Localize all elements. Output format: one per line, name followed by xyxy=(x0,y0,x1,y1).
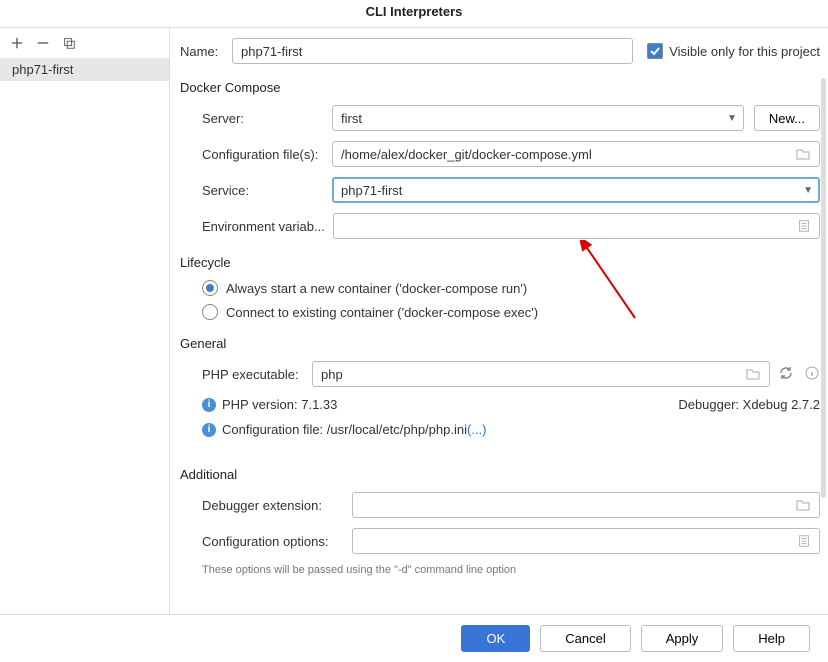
ok-button[interactable]: OK xyxy=(461,625,530,652)
general-section-label: General xyxy=(180,336,820,351)
content-panel: Name: Visible only for this project Dock… xyxy=(170,28,828,617)
debugger-ext-input[interactable] xyxy=(352,492,820,518)
debugger-ext-row: Debugger extension: xyxy=(202,492,820,518)
refresh-icon[interactable] xyxy=(778,365,794,384)
service-label: Service: xyxy=(202,183,332,198)
debugger-text: Debugger: Xdebug 2.7.2 xyxy=(678,397,820,412)
add-icon[interactable] xyxy=(10,36,24,50)
remove-icon[interactable] xyxy=(36,36,50,50)
server-value: first xyxy=(341,111,362,126)
config-file-row: i Configuration file: /usr/local/etc/php… xyxy=(180,422,820,437)
config-file-text: Configuration file: /usr/local/etc/php/p… xyxy=(222,422,467,437)
scrollbar[interactable] xyxy=(821,78,826,498)
name-label: Name: xyxy=(180,44,232,59)
php-exec-row: PHP executable: php xyxy=(202,361,820,387)
env-row: Environment variab... xyxy=(202,213,820,239)
document-icon[interactable] xyxy=(797,534,811,548)
info-icon[interactable] xyxy=(804,365,820,384)
debugger-ext-label: Debugger extension: xyxy=(202,498,352,513)
config-files-label: Configuration file(s): xyxy=(202,147,332,162)
server-combo[interactable]: first ▼ xyxy=(332,105,744,131)
env-input[interactable] xyxy=(333,213,820,239)
php-version-row: i PHP version: 7.1.33 Debugger: Xdebug 2… xyxy=(180,397,820,412)
main-container: php71-first Name: Visible only for this … xyxy=(0,27,828,617)
hint-text: These options will be passed using the "… xyxy=(180,564,820,576)
folder-icon[interactable] xyxy=(795,497,811,513)
sidebar-toolbar xyxy=(0,28,169,58)
env-label: Environment variab... xyxy=(202,219,333,234)
radio-icon xyxy=(202,304,218,320)
name-row: Name: Visible only for this project xyxy=(180,38,820,64)
php-exec-input[interactable]: php xyxy=(312,361,770,387)
visible-checkbox-wrap[interactable]: Visible only for this project xyxy=(647,43,820,59)
document-icon[interactable] xyxy=(797,219,811,233)
sidebar-item-label: php71-first xyxy=(12,62,73,77)
lifecycle-opt1-label: Always start a new container ('docker-co… xyxy=(226,281,527,296)
apply-button[interactable]: Apply xyxy=(641,625,724,652)
info-icon: i xyxy=(202,398,216,412)
config-opts-input[interactable] xyxy=(352,528,820,554)
php-version-text: PHP version: 7.1.33 xyxy=(222,397,337,412)
server-label: Server: xyxy=(202,111,332,126)
docker-section-label: Docker Compose xyxy=(180,80,820,95)
folder-icon[interactable] xyxy=(745,366,761,382)
footer: OK Cancel Apply Help xyxy=(0,614,828,662)
window-title: CLI Interpreters xyxy=(0,0,828,27)
service-value: php71-first xyxy=(341,183,402,198)
php-exec-value: php xyxy=(321,367,343,382)
lifecycle-opt2-label: Connect to existing container ('docker-c… xyxy=(226,305,538,320)
visible-checkbox[interactable] xyxy=(647,43,663,59)
config-file-link[interactable]: (...) xyxy=(467,422,487,437)
name-input[interactable] xyxy=(232,38,633,64)
config-files-input[interactable]: /home/alex/docker_git/docker-compose.yml xyxy=(332,141,820,167)
chevron-down-icon: ▼ xyxy=(727,113,737,124)
folder-icon[interactable] xyxy=(795,146,811,162)
sidebar-list: php71-first xyxy=(0,58,169,81)
info-icon: i xyxy=(202,423,216,437)
config-opts-row: Configuration options: xyxy=(202,528,820,554)
config-opts-label: Configuration options: xyxy=(202,534,352,549)
help-button[interactable]: Help xyxy=(733,625,810,652)
lifecycle-radio-exec[interactable]: Connect to existing container ('docker-c… xyxy=(202,304,820,320)
cancel-button[interactable]: Cancel xyxy=(540,625,630,652)
php-exec-actions xyxy=(778,365,820,384)
config-files-row: Configuration file(s): /home/alex/docker… xyxy=(202,141,820,167)
sidebar-item-php71[interactable]: php71-first xyxy=(0,58,169,81)
sidebar: php71-first xyxy=(0,28,170,617)
copy-icon[interactable] xyxy=(62,36,76,50)
service-row: Service: php71-first ▼ xyxy=(202,177,820,203)
server-row: Server: first ▼ New... xyxy=(202,105,820,131)
new-server-button[interactable]: New... xyxy=(754,105,820,131)
lifecycle-section-label: Lifecycle xyxy=(180,255,820,270)
service-combo[interactable]: php71-first ▼ xyxy=(332,177,820,203)
visible-checkbox-label: Visible only for this project xyxy=(669,44,820,59)
php-exec-label: PHP executable: xyxy=(202,367,312,382)
additional-section-label: Additional xyxy=(180,467,820,482)
radio-icon xyxy=(202,280,218,296)
config-files-value: /home/alex/docker_git/docker-compose.yml xyxy=(341,147,592,162)
chevron-down-icon: ▼ xyxy=(803,185,813,196)
lifecycle-radio-run[interactable]: Always start a new container ('docker-co… xyxy=(202,280,820,296)
